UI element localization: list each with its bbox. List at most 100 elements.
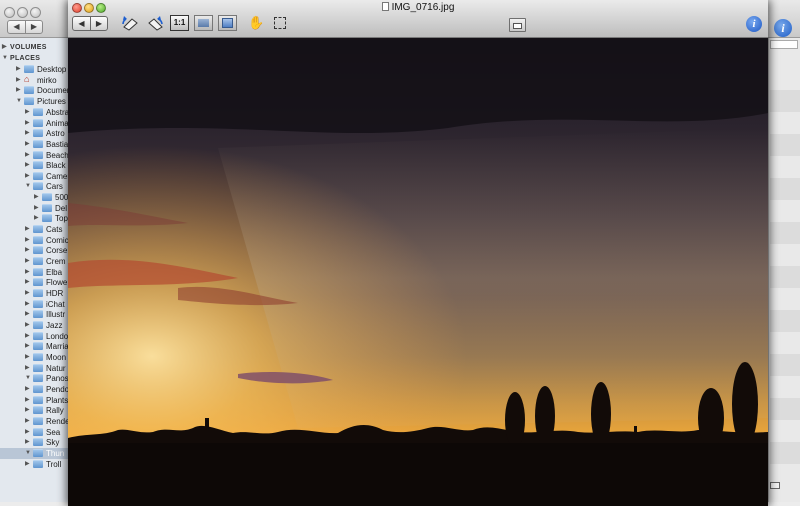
sidebar-item-folder[interactable]: ▶ Bastia: [25, 139, 68, 150]
list-row-band: [770, 310, 800, 332]
sidebar-item-folder[interactable]: ▶ Pendo: [25, 384, 69, 395]
disclosure-right-icon[interactable]: ▶: [25, 128, 33, 139]
actual-size-button[interactable]: 1:1: [170, 15, 189, 31]
sidebar-item-folder[interactable]: ▶ 500: [34, 192, 68, 203]
hand-tool-icon[interactable]: ✋: [248, 15, 264, 31]
disclosure-right-icon[interactable]: ▶: [25, 256, 33, 267]
sidebar-section-places[interactable]: ▼ PLACES: [2, 53, 40, 64]
disclosure-right-icon[interactable]: ▶: [25, 405, 33, 416]
disclosure-down-icon[interactable]: ▼: [25, 448, 33, 459]
sidebar-item-folder[interactable]: ▶ Crem: [25, 256, 66, 267]
disclosure-right-icon[interactable]: ▶: [25, 309, 33, 320]
disclosure-right-icon[interactable]: ▶: [25, 459, 33, 470]
sidebar-item-folder[interactable]: ▶ Moon: [25, 352, 66, 363]
sidebar-item-folder[interactable]: ▶ Flowe: [25, 277, 67, 288]
photo-image: [68, 38, 768, 506]
finder-minimize-button[interactable]: [17, 7, 28, 18]
info-icon[interactable]: i: [746, 16, 762, 32]
disclosure-right-icon[interactable]: ▶: [25, 224, 33, 235]
folder-icon: [42, 214, 52, 222]
previous-button[interactable]: ◀: [73, 17, 90, 30]
sidebar-item-folder[interactable]: ▶ Top: [34, 213, 68, 224]
sidebar-item-folder[interactable]: ▶ Jazz: [25, 320, 62, 331]
disclosure-right-icon[interactable]: ▶: [34, 192, 42, 203]
finder-forward-button[interactable]: ▶: [25, 21, 42, 33]
disclosure-right-icon[interactable]: ▶: [25, 416, 33, 427]
folder-icon: [33, 108, 43, 116]
folder-icon: [33, 374, 43, 382]
sidebar-item-folder[interactable]: ▶ Cats: [25, 224, 62, 235]
disclosure-right-icon[interactable]: ▶: [25, 341, 33, 352]
folder-icon: [33, 342, 43, 350]
sidebar-item-folder[interactable]: ▶ Illustr: [25, 309, 65, 320]
folder-icon: [33, 353, 43, 361]
sidebar-item-folder[interactable]: ▶ Abstra: [25, 107, 69, 118]
sidebar-item-pictures[interactable]: ▼ Pictures: [16, 96, 66, 107]
folder-icon: [33, 321, 43, 329]
sidebar-item-folder[interactable]: ▶ Corse: [25, 245, 67, 256]
folder-icon: [33, 161, 43, 169]
folder-icon: [33, 257, 43, 265]
sidebar-item-folder[interactable]: ▶ HDR: [25, 288, 63, 299]
folder-icon: [33, 236, 43, 244]
finder-resize-icon[interactable]: [770, 482, 780, 489]
disclosure-right-icon[interactable]: ▶: [25, 160, 33, 171]
disclosure-right-icon[interactable]: ▶: [34, 213, 42, 224]
sidebar-item-thun-selected[interactable]: ▼ Thun: [0, 448, 70, 459]
folder-icon: [24, 86, 34, 94]
full-screen-icon[interactable]: [218, 15, 237, 31]
disclosure-down-icon[interactable]: ▼: [2, 53, 10, 64]
finder-zoom-button[interactable]: [30, 7, 41, 18]
sidebar-item-folder[interactable]: ▶ Rende: [25, 416, 70, 427]
disclosure-right-icon[interactable]: ▶: [25, 437, 33, 448]
folder-icon: [33, 417, 43, 425]
disclosure-right-icon[interactable]: ▶: [25, 320, 33, 331]
sidebar-item-folder[interactable]: ▶ Astro: [25, 128, 65, 139]
preview-nav-buttons: ◀ ▶: [72, 16, 108, 31]
rotate-left-icon[interactable]: [120, 15, 140, 31]
finder-back-button[interactable]: ◀: [8, 21, 25, 33]
disclosure-down-icon[interactable]: ▼: [25, 181, 33, 192]
disclosure-right-icon[interactable]: ▶: [16, 85, 24, 96]
disclosure-right-icon[interactable]: ▶: [25, 107, 33, 118]
folder-icon: [33, 151, 43, 159]
sidebar-item-folder[interactable]: ▶ Rally: [25, 405, 64, 416]
disclosure-right-icon[interactable]: ▶: [2, 42, 10, 53]
disclosure-right-icon[interactable]: ▶: [16, 64, 24, 75]
sidebar-item-folder[interactable]: ▶ Sky: [25, 437, 59, 448]
folder-icon: [33, 182, 43, 190]
folder-icon: [33, 396, 43, 404]
sidebar-section-volumes[interactable]: ▶ VOLUMES: [2, 42, 47, 53]
sidebar-item-panos[interactable]: ▼ Panos: [25, 373, 69, 384]
disclosure-right-icon[interactable]: ▶: [25, 352, 33, 363]
folder-icon: [33, 460, 43, 468]
folder-icon: [33, 449, 43, 457]
folder-icon: [33, 289, 43, 297]
sidebar-item-folder[interactable]: ▶ Troll: [25, 459, 61, 470]
zoom-to-fit-icon[interactable]: [194, 15, 213, 31]
sidebar-item-folder[interactable]: ▶ Marria: [25, 341, 69, 352]
finder-close-button[interactable]: [4, 7, 15, 18]
disclosure-right-icon[interactable]: ▶: [25, 277, 33, 288]
folder-icon: [33, 310, 43, 318]
select-tool-icon[interactable]: [274, 17, 286, 29]
sidebar-item-folder[interactable]: ▶ Black: [25, 160, 66, 171]
disclosure-right-icon[interactable]: ▶: [25, 245, 33, 256]
disclosure-right-icon[interactable]: ▶: [25, 384, 33, 395]
finder-search-field[interactable]: [770, 40, 798, 49]
finder-info-icon[interactable]: i: [774, 19, 792, 37]
next-button[interactable]: ▶: [90, 17, 107, 30]
sidebar-item-cars[interactable]: ▼ Cars: [25, 181, 63, 192]
disclosure-down-icon[interactable]: ▼: [16, 96, 24, 107]
sidebar-toggle-icon[interactable]: [509, 18, 526, 32]
folder-icon: [33, 172, 43, 180]
folder-icon: [33, 278, 43, 286]
folder-icon: [33, 364, 43, 372]
disclosure-down-icon[interactable]: ▼: [25, 373, 33, 384]
list-row-band: [770, 266, 800, 288]
disclosure-right-icon[interactable]: ▶: [25, 139, 33, 150]
rotate-right-icon[interactable]: [146, 15, 166, 31]
disclosure-right-icon[interactable]: ▶: [25, 288, 33, 299]
sidebar-item-documents[interactable]: ▶ Documen: [16, 85, 70, 96]
folder-icon: [33, 119, 43, 127]
